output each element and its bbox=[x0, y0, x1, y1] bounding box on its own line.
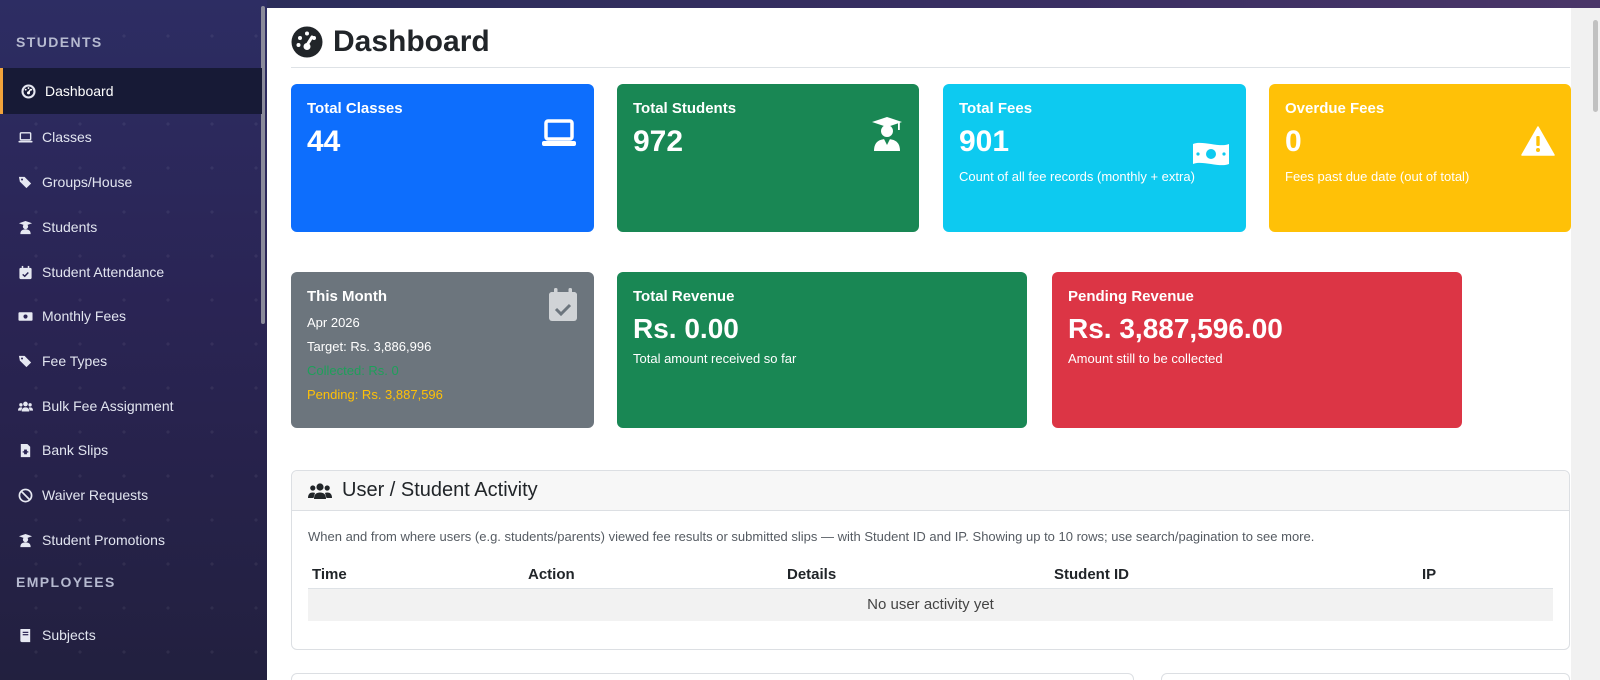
card-total-classes[interactable]: Total Classes 44 bbox=[291, 84, 594, 232]
card-value: 901 bbox=[959, 125, 1010, 158]
warning-icon bbox=[1521, 126, 1555, 161]
activity-table: Time Action Details Student ID IP No use… bbox=[308, 559, 1553, 621]
users-icon bbox=[16, 397, 34, 415]
laptop-icon bbox=[540, 118, 578, 155]
activity-panel: User / Student Activity When and from wh… bbox=[291, 470, 1570, 650]
column-ip[interactable]: IP bbox=[1422, 566, 1436, 583]
sidebar-item-bank-slips[interactable]: Bank Slips bbox=[0, 428, 262, 472]
sidebar-item-dashboard[interactable]: Dashboard bbox=[0, 68, 262, 114]
laptop-icon bbox=[16, 128, 34, 146]
sidebar-section-students: STUDENTS bbox=[16, 34, 103, 50]
card-value: Rs. 3,887,596.00 bbox=[1068, 313, 1283, 344]
sidebar-item-label: Student Promotions bbox=[42, 532, 165, 548]
sidebar-item-label: Monthly Fees bbox=[42, 308, 127, 324]
activity-panel-header: User / Student Activity bbox=[292, 471, 1569, 511]
sidebar-item-label: Dashboard bbox=[45, 83, 114, 99]
card-label: Total Classes bbox=[307, 100, 403, 117]
month-name: Apr 2026 bbox=[307, 315, 360, 330]
card-overdue-fees[interactable]: Overdue Fees 0 Fees past due date (out o… bbox=[1269, 84, 1571, 232]
month-pending: Pending: Rs. 3,887,596 bbox=[307, 387, 443, 402]
tags-icon bbox=[16, 352, 34, 370]
title-divider bbox=[291, 67, 1570, 68]
sidebar-item-subjects[interactable]: Subjects bbox=[0, 613, 262, 657]
sidebar-item-classes[interactable]: Classes bbox=[0, 115, 262, 159]
card-label: Total Revenue bbox=[633, 288, 735, 305]
card-subtext: Amount still to be collected bbox=[1068, 351, 1223, 366]
card-subtext: Total amount received so far bbox=[633, 351, 797, 366]
card-label: Overdue Fees bbox=[1285, 100, 1385, 117]
sidebar-item-monthly-fees[interactable]: Monthly Fees bbox=[0, 294, 262, 338]
month-collected: Collected: Rs. 0 bbox=[307, 363, 399, 378]
money-bill-icon bbox=[16, 307, 34, 325]
card-value: 0 bbox=[1285, 125, 1302, 158]
card-label: Total Fees bbox=[959, 100, 1033, 117]
user-graduate-icon bbox=[16, 218, 34, 236]
sidebar-item-label: Bank Slips bbox=[42, 442, 109, 458]
sidebar-item-label: Bulk Fee Assignment bbox=[42, 398, 174, 414]
month-target: Target: Rs. 3,886,996 bbox=[307, 339, 432, 354]
card-pending-revenue[interactable]: Pending Revenue Rs. 3,887,596.00 Amount … bbox=[1052, 272, 1462, 428]
sidebar-item-label: Fee Types bbox=[42, 353, 108, 369]
sidebar-item-groups-house[interactable]: Groups/House bbox=[0, 160, 262, 204]
column-details[interactable]: Details bbox=[787, 566, 836, 583]
sidebar-item-student-attendance[interactable]: Student Attendance bbox=[0, 250, 262, 294]
card-label: Total Students bbox=[633, 100, 737, 117]
sidebar-item-fee-types[interactable]: Fee Types bbox=[0, 339, 262, 383]
card-label: Pending Revenue bbox=[1068, 288, 1194, 305]
sidebar: STUDENTS Dashboard Classes Groups/House … bbox=[0, 0, 267, 680]
card-this-month[interactable]: This Month Apr 2026 Target: Rs. 3,886,99… bbox=[291, 272, 594, 428]
calendar-check-icon bbox=[16, 263, 34, 281]
sidebar-item-students[interactable]: Students bbox=[0, 205, 262, 249]
calendar-check-icon bbox=[548, 288, 578, 327]
user-graduate-icon bbox=[16, 531, 34, 549]
panel-below-left bbox=[291, 673, 1134, 680]
column-action[interactable]: Action bbox=[528, 566, 575, 583]
sidebar-item-student-promotions[interactable]: Student Promotions bbox=[0, 518, 262, 562]
table-header: Time Action Details Student ID IP bbox=[308, 559, 1553, 589]
page-title: Dashboard bbox=[291, 22, 490, 62]
sidebar-item-label: Classes bbox=[42, 129, 92, 145]
file-invoice-icon bbox=[16, 441, 34, 459]
top-strip bbox=[267, 0, 1600, 8]
panel-below-right bbox=[1161, 673, 1570, 680]
sidebar-item-label: Groups/House bbox=[42, 174, 133, 190]
book-icon bbox=[16, 626, 34, 644]
card-value: Rs. 0.00 bbox=[633, 313, 739, 344]
user-graduate-icon bbox=[871, 116, 903, 157]
column-student-id[interactable]: Student ID bbox=[1054, 566, 1129, 583]
column-time[interactable]: Time bbox=[312, 566, 347, 583]
card-total-revenue[interactable]: Total Revenue Rs. 0.00 Total amount rece… bbox=[617, 272, 1027, 428]
sidebar-item-label: Subjects bbox=[42, 627, 96, 643]
card-total-students[interactable]: Total Students 972 bbox=[617, 84, 919, 232]
card-subtext: Fees past due date (out of total) bbox=[1285, 169, 1470, 184]
gauge-icon bbox=[291, 26, 323, 58]
sidebar-item-label: Student Attendance bbox=[42, 264, 165, 280]
main-scrollbar-thumb[interactable] bbox=[1593, 20, 1598, 112]
card-value: 44 bbox=[307, 125, 341, 158]
ban-icon bbox=[16, 486, 34, 504]
activity-title: User / Student Activity bbox=[342, 479, 538, 501]
card-subtext: Count of all fee records (monthly + extr… bbox=[959, 169, 1195, 184]
gauge-icon bbox=[19, 82, 37, 100]
card-total-fees[interactable]: Total Fees 901 Count of all fee records … bbox=[943, 84, 1246, 232]
sidebar-item-waiver-requests[interactable]: Waiver Requests bbox=[0, 473, 262, 517]
card-value: 972 bbox=[633, 125, 684, 158]
money-bill-icon bbox=[1192, 140, 1230, 173]
page-title-text: Dashboard bbox=[333, 25, 490, 58]
sidebar-section-employees: EMPLOYEES bbox=[16, 574, 116, 590]
table-empty-row: No user activity yet bbox=[308, 589, 1553, 621]
card-label: This Month bbox=[307, 288, 387, 305]
users-icon bbox=[308, 482, 332, 499]
sidebar-item-label: Students bbox=[42, 219, 98, 235]
sidebar-item-bulk-fee-assignment[interactable]: Bulk Fee Assignment bbox=[0, 384, 262, 428]
tags-icon bbox=[16, 173, 34, 191]
activity-description: When and from where users (e.g. students… bbox=[308, 529, 1315, 544]
sidebar-item-label: Waiver Requests bbox=[42, 487, 149, 503]
